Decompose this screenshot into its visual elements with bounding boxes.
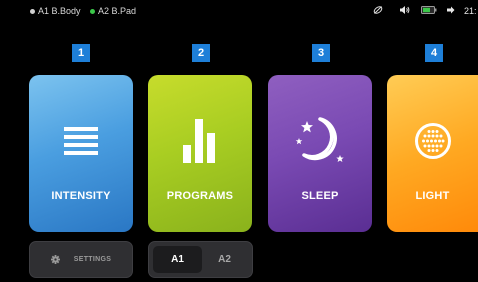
sleep-label: SLEEP bbox=[301, 190, 339, 202]
zone-a1-button[interactable]: A1 bbox=[153, 246, 202, 273]
zone-selector: A1 A2 bbox=[148, 241, 253, 278]
sleep-card[interactable]: SLEEP bbox=[268, 75, 372, 232]
intensity-lines-icon bbox=[64, 127, 98, 155]
system-icons: 21: bbox=[373, 3, 478, 19]
device-status-a2: A2 B.Pad bbox=[90, 6, 136, 16]
intensity-card[interactable]: INTENSITY bbox=[29, 75, 133, 232]
device-a2-label: A2 B.Pad bbox=[98, 6, 137, 16]
status-bar: A1 B.Body A2 B.Pad 21: bbox=[0, 0, 478, 22]
mode-number-badge-2: 2 bbox=[192, 44, 210, 62]
intensity-label: INTENSITY bbox=[51, 190, 111, 202]
programs-card[interactable]: PROGRAMS bbox=[148, 75, 252, 232]
programs-label: PROGRAMS bbox=[166, 190, 234, 202]
mode-number-badge-3: 3 bbox=[312, 44, 330, 62]
gear-icon bbox=[50, 255, 60, 264]
moon-stars-icon bbox=[295, 117, 344, 162]
device-status-a1: A1 B.Body bbox=[30, 6, 81, 16]
device-a2-dot-icon bbox=[90, 8, 95, 14]
mode-number-badge-1: 1 bbox=[72, 44, 90, 62]
settings-button[interactable]: SETTINGS bbox=[29, 241, 133, 278]
device-a1-label: A1 B.Body bbox=[38, 6, 81, 16]
bluetooth-icon bbox=[447, 6, 455, 16]
light-dots-icon bbox=[414, 123, 451, 159]
zone-a2-button[interactable]: A2 bbox=[200, 246, 249, 273]
clock: 21: bbox=[464, 6, 477, 16]
mode-number-badge-4: 4 bbox=[425, 44, 443, 62]
bars-chart-icon bbox=[183, 119, 215, 163]
light-label: LIGHT bbox=[415, 190, 450, 202]
device-a1-dot-icon bbox=[30, 8, 35, 14]
volume-icon[interactable] bbox=[399, 5, 411, 17]
settings-label: SETTINGS bbox=[73, 256, 112, 263]
battery-icon bbox=[421, 6, 437, 16]
no-signal-icon bbox=[373, 5, 383, 17]
light-card[interactable]: LIGHT bbox=[387, 75, 478, 232]
